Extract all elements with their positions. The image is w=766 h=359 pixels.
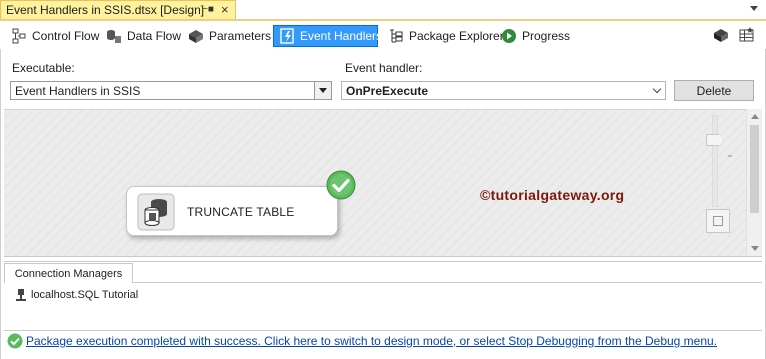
- pin-icon[interactable]: −■: [202, 4, 214, 15]
- close-icon[interactable]: ×: [221, 2, 229, 17]
- document-tab-title: Event Handlers in SSIS.dtsx [Design]: [6, 3, 205, 17]
- truncate-table-task[interactable]: TRUNCATE TABLE: [126, 170, 356, 236]
- chevron-down-icon[interactable]: [652, 84, 662, 94]
- frame-border-left: [0, 49, 1, 359]
- switch-to-design-mode-link[interactable]: Package execution completed with success…: [26, 334, 717, 348]
- event-handler-dropdown[interactable]: OnPreExecute: [341, 81, 666, 100]
- tab-event-handlers[interactable]: Event Handlers: [273, 25, 382, 47]
- event-handler-label: Event handler:: [345, 61, 423, 75]
- control-flow-icon: [11, 28, 27, 44]
- execution-status-bar: Package execution completed with success…: [4, 330, 762, 351]
- tab-event-handlers-label: Event Handlers: [300, 29, 383, 43]
- design-surface-scrollbar[interactable]: [746, 109, 762, 256]
- variables-grid-icon[interactable]: [739, 27, 757, 45]
- event-handler-value: OnPreExecute: [346, 83, 429, 98]
- scroll-up-icon[interactable]: [751, 114, 759, 119]
- executable-label: Executable:: [12, 61, 75, 75]
- scrollbar-thumb[interactable]: [750, 125, 759, 213]
- connection-managers-tabbar: Connection Managers: [4, 262, 762, 283]
- task-label: TRUNCATE TABLE: [187, 205, 295, 219]
- tab-parameters[interactable]: Parameters: [183, 25, 276, 47]
- tab-list-dropdown-icon[interactable]: [750, 6, 758, 11]
- executable-value: Event Handlers in SSIS: [15, 83, 141, 98]
- connection-manager-label: localhost.SQL Tutorial: [31, 289, 139, 301]
- tab-connection-managers[interactable]: Connection Managers: [4, 263, 133, 283]
- package-explorer-icon: [388, 28, 404, 44]
- connection-managers-tab-label: Connection Managers: [14, 267, 123, 280]
- zoom-slider-track[interactable]: [712, 115, 718, 207]
- progress-icon: [501, 28, 517, 44]
- tab-package-explorer[interactable]: Package Explorer: [383, 25, 509, 47]
- executable-dropdown[interactable]: Event Handlers in SSIS: [10, 81, 332, 100]
- tab-progress[interactable]: Progress: [496, 25, 575, 47]
- parameters-icon: [188, 28, 204, 44]
- scroll-down-icon[interactable]: [751, 246, 759, 251]
- designer-toolbar: Control Flow Data Flow Parameters Event …: [0, 23, 766, 49]
- tab-progress-label: Progress: [522, 29, 571, 43]
- event-handler-design-surface[interactable]: [4, 109, 746, 256]
- watermark: ©tutorialgateway.org: [480, 187, 625, 203]
- tab-control-flow[interactable]: Control Flow: [6, 25, 104, 47]
- tab-control-flow-label: Control Flow: [32, 29, 100, 43]
- success-check-icon: [7, 333, 23, 349]
- data-flow-icon: [106, 28, 122, 44]
- tab-data-flow[interactable]: Data Flow: [101, 25, 186, 47]
- document-tab[interactable]: Event Handlers in SSIS.dtsx [Design] −■ …: [0, 0, 236, 19]
- success-check-icon: [326, 170, 356, 200]
- tab-package-explorer-label: Package Explorer: [409, 29, 504, 43]
- connection-manager-item[interactable]: localhost.SQL Tutorial: [14, 288, 138, 302]
- tab-data-flow-label: Data Flow: [127, 29, 182, 43]
- delete-button[interactable]: Delete: [674, 80, 754, 101]
- zoom-tick: [728, 155, 732, 157]
- execute-sql-task-icon: [137, 193, 175, 231]
- zoom-fit-icon: [713, 216, 723, 226]
- toolbox-icon[interactable]: [713, 27, 731, 45]
- document-tab-strip: Event Handlers in SSIS.dtsx [Design] −■ …: [0, 0, 766, 21]
- zoom-to-fit-button[interactable]: [706, 209, 730, 233]
- tab-parameters-label: Parameters: [209, 29, 272, 43]
- chevron-down-icon[interactable]: [314, 82, 331, 99]
- connection-managers-panel[interactable]: localhost.SQL Tutorial: [4, 283, 762, 329]
- event-handlers-icon: [279, 28, 295, 44]
- ole-db-connection-icon: [14, 288, 28, 302]
